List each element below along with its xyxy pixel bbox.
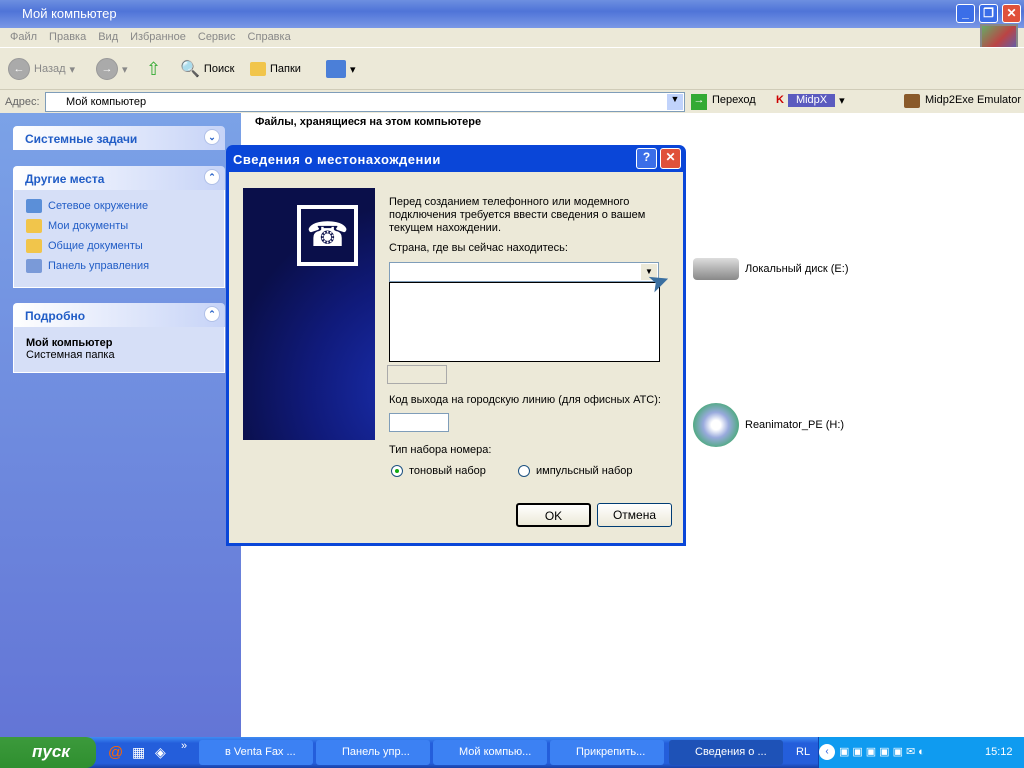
dialog-title: Сведения о местонахождении <box>233 152 441 167</box>
views-icon <box>326 60 346 78</box>
back-arrow-icon: ← <box>8 58 30 80</box>
country-combobox[interactable]: ▼ <box>389 262 659 282</box>
window-title-bar: Мой компьютер _ ❐ ✕ <box>0 0 1024 28</box>
go-button[interactable]: → Переход <box>691 94 756 110</box>
cancel-button[interactable]: Отмена <box>597 503 672 527</box>
area-code-input <box>387 365 447 384</box>
details-panel: Мой компьютер Системная папка <box>13 327 225 373</box>
menu-bar: Файл Правка Вид Избранное Сервис Справка <box>0 28 1024 47</box>
globe-phone-illustration: ☎ <box>243 188 375 440</box>
menu-file[interactable]: Файл <box>10 31 37 43</box>
other-places-header[interactable]: Другие места ⌃ <box>13 166 225 190</box>
collapse-icon[interactable]: ⌃ <box>204 306 220 322</box>
phone-app-icon <box>904 94 920 108</box>
details-type: Системная папка <box>26 349 115 361</box>
system-tray: ‹ ▣▣▣▣▣✉◐ 15:12 <box>818 737 1024 768</box>
intro-text: Перед созданием телефонного или модемног… <box>389 196 646 234</box>
menu-help[interactable]: Справка <box>248 31 291 43</box>
address-label: Адрес: <box>5 96 40 108</box>
collapse-icon[interactable]: ⌃ <box>204 169 220 185</box>
folders-button[interactable]: Папки <box>250 58 301 80</box>
midpx-button[interactable]: K MidpX ▾ <box>776 94 845 107</box>
task-venta-fax[interactable]: в Venta Fax ... <box>199 740 313 765</box>
details-header[interactable]: Подробно ⌃ <box>13 303 225 327</box>
address-value: Мой компьютер <box>66 96 147 108</box>
go-arrow-icon: → <box>691 94 707 110</box>
control-panel-icon <box>26 259 42 273</box>
restore-button[interactable]: ❐ <box>979 4 998 23</box>
link-network[interactable]: Сетевое окружение <box>26 196 212 216</box>
address-bar: Адрес: Мой компьютер ▼ → Переход K MidpX ▾ M… <box>0 89 1024 113</box>
back-button[interactable]: ← Назад ▾ <box>8 58 75 80</box>
tone-radio[interactable]: тоновый набор <box>391 465 486 478</box>
taskbar: пуск @ ▦ ◈ » в Venta Fax ... Панель упр.… <box>0 737 1024 768</box>
close-button[interactable]: ✕ <box>1002 4 1021 23</box>
dialog-close-button[interactable]: ✕ <box>660 148 681 169</box>
link-my-documents[interactable]: Мои документы <box>26 216 212 236</box>
menu-edit[interactable]: Правка <box>49 31 86 43</box>
search-icon: 🔍 <box>180 61 200 78</box>
up-folder-button[interactable]: ⇧ <box>146 58 161 80</box>
menu-tools[interactable]: Сервис <box>198 31 236 43</box>
drive-local-e[interactable]: Локальный диск (E:) <box>693 258 849 280</box>
location-info-dialog: Сведения о местонахождении ? ✕ ☎ Перед с… <box>226 145 686 546</box>
help-button[interactable]: ? <box>636 148 657 169</box>
search-button[interactable]: 🔍 Поиск <box>180 58 234 80</box>
outside-line-label: Код выхода на городскую линию (для офисн… <box>389 394 661 406</box>
clock: 15:12 <box>985 746 1013 758</box>
other-places-list: Сетевое окружение Мои документы Общие до… <box>13 190 225 288</box>
task-control-panel[interactable]: Панель упр... <box>316 740 430 765</box>
address-dropdown-icon[interactable]: ▼ <box>667 94 683 110</box>
hard-drive-icon <box>693 258 739 280</box>
pulse-radio[interactable]: импульсный набор <box>518 465 632 478</box>
radio-checked-icon <box>391 465 403 478</box>
task-my-computer[interactable]: Мой компью... <box>433 740 547 765</box>
tray-expand-icon[interactable]: ‹ <box>819 744 835 760</box>
network-icon <box>26 199 42 213</box>
menu-view[interactable]: Вид <box>98 31 118 43</box>
quicklaunch-movie-icon[interactable]: ▦ <box>132 744 145 761</box>
outside-line-input[interactable] <box>389 413 449 432</box>
system-tasks-header[interactable]: Системные задачи ⌄ <box>13 126 225 150</box>
views-button[interactable]: ▾ <box>326 58 356 80</box>
quicklaunch-more-icon[interactable]: » <box>181 740 187 752</box>
quicklaunch-network-icon[interactable]: ◈ <box>155 744 166 761</box>
ok-button[interactable]: OK <box>516 503 591 527</box>
address-input[interactable]: Мой компьютер ▼ <box>45 92 685 112</box>
midpx-logo-icon: K <box>776 94 784 106</box>
midp2exe-button[interactable]: Midp2Exe Emulator <box>904 94 1021 108</box>
country-dropdown-list[interactable] <box>389 282 660 362</box>
folder-icon <box>250 62 266 76</box>
task-location-info[interactable]: Сведения о ... <box>669 740 783 765</box>
dial-type-label: Тип набора номера: <box>389 444 492 456</box>
window-title: Мой компьютер <box>22 6 117 21</box>
folder-icon <box>26 219 42 233</box>
drive-reanimator-h[interactable]: Reanimator_PE (H:) <box>693 403 844 447</box>
telephone-icon: ☎ <box>297 205 358 266</box>
task-attach[interactable]: Прикрепить... <box>550 740 664 765</box>
menu-favorites[interactable]: Избранное <box>130 31 186 43</box>
start-button[interactable]: пуск <box>0 737 96 768</box>
forward-arrow-icon: → <box>96 58 118 80</box>
forward-button[interactable]: → ▾ <box>96 58 128 80</box>
radio-unchecked-icon <box>518 465 530 478</box>
country-label: Страна, где вы сейчас находитесь: <box>389 242 568 254</box>
language-indicator[interactable]: RL <box>796 746 810 758</box>
folder-icon <box>26 239 42 253</box>
toolbar: ← Назад ▾ → ▾ ⇧ 🔍 Поиск Папки ▾ <box>0 47 1024 89</box>
link-shared-documents[interactable]: Общие документы <box>26 236 212 256</box>
cd-drive-icon <box>693 403 739 447</box>
content-group-header: Файлы, хранящиеся на этом компьютере <box>255 116 482 128</box>
link-control-panel[interactable]: Панель управления <box>26 256 212 276</box>
quicklaunch-mail-icon[interactable]: @ <box>108 744 123 761</box>
tray-icons[interactable]: ▣▣▣▣▣✉◐ <box>839 745 928 758</box>
minimize-button[interactable]: _ <box>956 4 975 23</box>
expand-icon[interactable]: ⌄ <box>204 129 220 145</box>
details-name: Мой компьютер <box>26 337 113 349</box>
